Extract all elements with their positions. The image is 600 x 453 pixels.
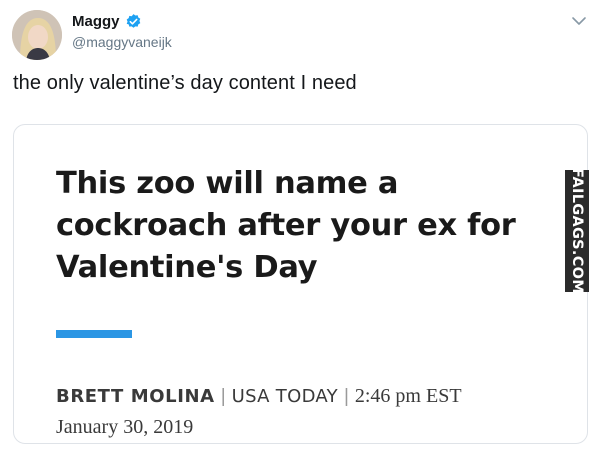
watermark: FAILGAGS.COM — [565, 167, 589, 295]
byline: BRETT MOLINA | USA TODAY | 2:46 pm EST — [56, 385, 462, 408]
user-handle[interactable]: @maggyvaneijk — [72, 34, 172, 50]
watermark-text: FAILGAGS.COM — [569, 167, 586, 295]
outlet-name: USA TODAY — [231, 386, 338, 407]
byline-separator: | — [220, 386, 226, 407]
avatar[interactable] — [12, 10, 62, 60]
verified-badge-icon — [125, 13, 142, 30]
article-headline[interactable]: This zoo will name a cockroach after you… — [56, 163, 526, 289]
publish-date: January 30, 2019 — [56, 416, 194, 438]
tweet-text: the only valentine’s day content I need — [13, 72, 357, 94]
link-card[interactable]: This zoo will name a cockroach after you… — [13, 124, 588, 444]
display-name[interactable]: Maggy — [72, 13, 120, 30]
author-name: BRETT MOLINA — [56, 386, 215, 407]
byline-separator-2: | — [343, 386, 349, 407]
accent-bar — [56, 330, 132, 338]
chevron-down-icon[interactable] — [570, 12, 588, 30]
publish-time: 2:46 pm EST — [354, 385, 462, 407]
